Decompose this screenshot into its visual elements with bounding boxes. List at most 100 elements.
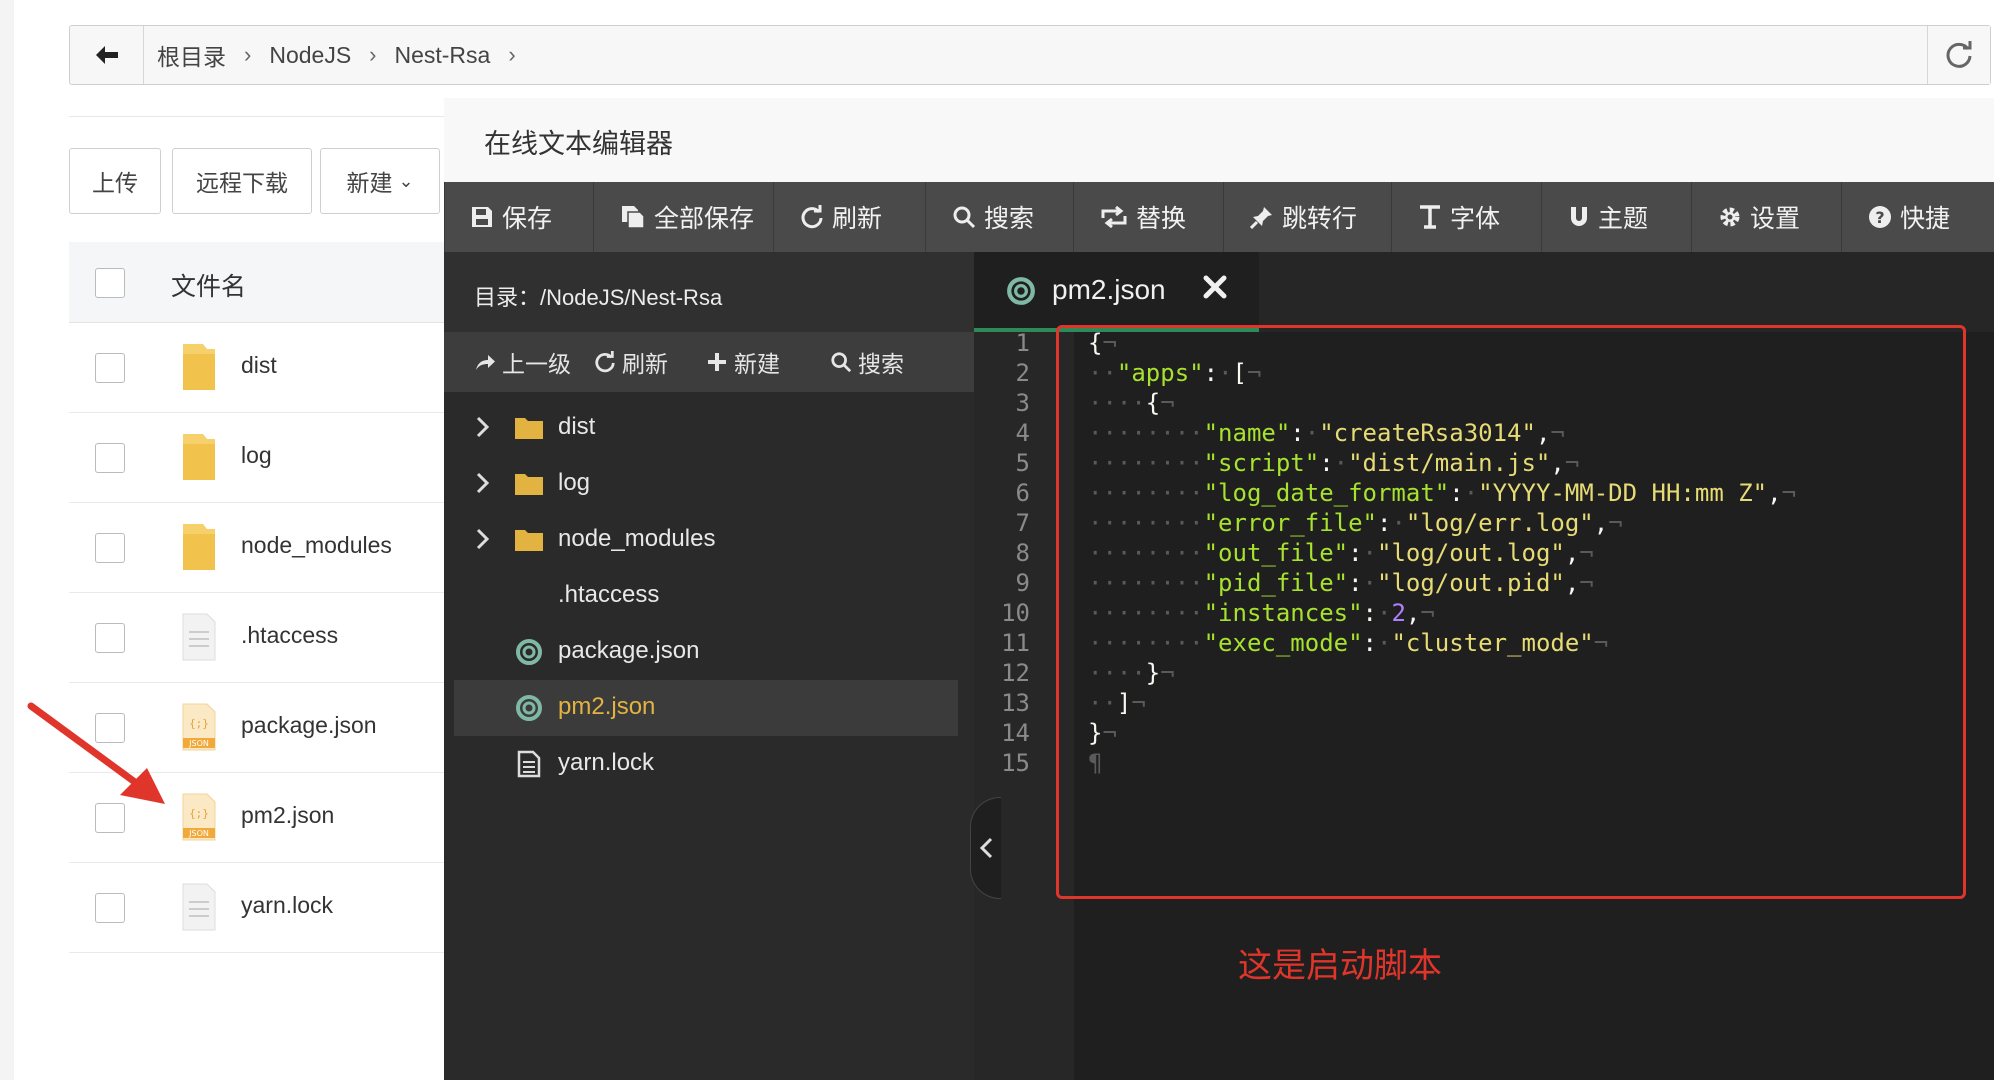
toolbar-refresh-button[interactable]: 刷新 <box>774 182 926 252</box>
row-checkbox[interactable] <box>95 623 125 653</box>
json-icon <box>514 638 544 666</box>
tree-item-label: node_modules <box>558 525 716 552</box>
tab-label: pm2.json <box>1052 274 1166 305</box>
file-name[interactable]: package.json <box>241 712 377 739</box>
toolbar-shortcuts-button[interactable]: ? 快捷 <box>1842 182 1994 252</box>
line-number: 2 <box>1015 359 1030 387</box>
tree-item-label: log <box>558 469 591 496</box>
tree-item-file-selected[interactable]: pm2.json <box>454 680 958 736</box>
breadcrumb-bar: 根目录 › NodeJS › Nest-Rsa › <box>69 25 1991 85</box>
file-row[interactable]: dist <box>69 322 489 413</box>
line-number: 4 <box>1015 419 1030 447</box>
tree-item-folder[interactable]: log <box>454 456 958 512</box>
toolbar-font-button[interactable]: 字体 <box>1392 182 1542 252</box>
toolbar-replace-button[interactable]: 替换 <box>1074 182 1224 252</box>
toolbar-goto-line-button[interactable]: 跳转行 <box>1224 182 1392 252</box>
tree-item-folder[interactable]: dist <box>454 400 958 456</box>
file-name[interactable]: yarn.lock <box>241 892 333 919</box>
row-checkbox[interactable] <box>95 353 125 383</box>
file-name[interactable]: log <box>241 442 272 469</box>
tree-new-button[interactable]: 新建 <box>706 332 780 392</box>
toolbar-label: 保存 <box>502 205 553 233</box>
tree-item-label: pm2.json <box>558 693 656 720</box>
pin-icon <box>1250 205 1274 229</box>
breadcrumb-item-nodejs[interactable]: NodeJS <box>269 42 351 69</box>
folder-icon <box>183 344 215 390</box>
toolbar-label: 替换 <box>1136 205 1187 233</box>
toolbar-save-button[interactable]: 保存 <box>444 182 594 252</box>
row-checkbox[interactable] <box>95 533 125 563</box>
chevron-right-icon <box>476 416 490 438</box>
tree-new-label: 新建 <box>734 351 780 377</box>
document-icon <box>182 613 216 661</box>
divider <box>69 116 469 117</box>
line-number: 15 <box>1001 749 1030 777</box>
file-name[interactable]: node_modules <box>241 532 392 559</box>
tab-pm2-json[interactable]: pm2.json <box>974 252 1259 332</box>
json-icon <box>514 694 544 722</box>
upload-label: 上传 <box>92 170 138 196</box>
svg-text:{;}: {;} <box>189 717 209 730</box>
toolbar-theme-button[interactable]: 主题 <box>1542 182 1692 252</box>
tree-refresh-button[interactable]: 刷新 <box>594 332 668 392</box>
refresh-icon <box>800 205 824 229</box>
plus-icon <box>706 351 728 373</box>
editor-toolbar: 保存 全部保存 刷新 搜索 替换 跳转行 字体 主题 设置 ? 快捷 <box>444 182 1994 252</box>
column-header-filename: 文件名 <box>171 273 247 301</box>
toolbar-search-button[interactable]: 搜索 <box>926 182 1074 252</box>
toolbar-label: 搜索 <box>984 205 1035 233</box>
breadcrumb-item-nest-rsa[interactable]: Nest-Rsa <box>394 42 490 69</box>
file-row[interactable]: log <box>69 412 489 503</box>
tree-search-label: 搜索 <box>858 351 904 377</box>
line-number: 3 <box>1015 389 1030 417</box>
editor-file-tree: 目录：/NodeJS/Nest-Rsa 上一级 刷新 新建 搜索 dist lo… <box>444 252 974 1080</box>
toolbar-label: 刷新 <box>832 205 883 233</box>
line-number: 11 <box>1001 629 1030 657</box>
tree-search-button[interactable]: 搜索 <box>830 332 904 392</box>
text-file-icon <box>514 750 544 778</box>
replace-icon <box>1100 206 1128 228</box>
select-all-checkbox[interactable] <box>95 268 125 298</box>
close-icon[interactable] <box>1202 274 1228 305</box>
refresh-button[interactable] <box>1927 26 1990 84</box>
breadcrumb-item-root[interactable]: 根目录 <box>157 38 226 72</box>
editor-title-bar: 在线文本编辑器 <box>444 98 1994 183</box>
json-file-icon: {;} JSON <box>182 703 216 751</box>
file-row[interactable]: node_modules <box>69 502 489 593</box>
file-row[interactable]: yarn.lock <box>69 862 489 953</box>
line-number: 6 <box>1015 479 1030 507</box>
collapse-tree-button[interactable] <box>970 797 1001 899</box>
save-all-icon <box>620 204 646 230</box>
toolbar-label: 字体 <box>1450 205 1501 233</box>
remote-download-button[interactable]: 远程下载 <box>172 148 312 214</box>
highlight-box-annotation <box>1056 325 1966 899</box>
chevron-right-icon: › <box>508 42 516 67</box>
file-name[interactable]: .htaccess <box>241 622 338 649</box>
file-name[interactable]: pm2.json <box>241 802 334 829</box>
line-number: 1 <box>1015 329 1030 357</box>
file-row[interactable]: .htaccess <box>69 592 489 683</box>
toolbar-save-all-button[interactable]: 全部保存 <box>594 182 774 252</box>
tree-item-file[interactable]: yarn.lock <box>454 736 958 792</box>
tree-up-button[interactable]: 上一级 <box>474 332 571 392</box>
folder-icon <box>183 524 215 570</box>
chevron-left-icon <box>979 837 993 859</box>
search-icon <box>952 205 976 229</box>
breadcrumb: 根目录 › NodeJS › Nest-Rsa › <box>157 26 534 84</box>
row-checkbox[interactable] <box>95 893 125 923</box>
row-checkbox[interactable] <box>95 443 125 473</box>
back-button[interactable] <box>70 26 144 84</box>
tree-item-file[interactable]: .htaccess <box>454 568 958 624</box>
chevron-right-icon: › <box>369 42 377 67</box>
chevron-down-icon: ⌄ <box>398 170 414 191</box>
tree-item-file[interactable]: package.json <box>454 624 958 680</box>
svg-text:{;}: {;} <box>189 807 209 820</box>
line-number: 12 <box>1001 659 1030 687</box>
toolbar-settings-button[interactable]: 设置 <box>1692 182 1842 252</box>
tree-item-folder[interactable]: node_modules <box>454 512 958 568</box>
upload-button[interactable]: 上传 <box>69 148 161 214</box>
tree-up-label: 上一级 <box>502 351 571 377</box>
new-button[interactable]: 新建 ⌄ <box>320 148 440 214</box>
file-name[interactable]: dist <box>241 352 277 379</box>
folder-icon <box>514 470 544 498</box>
